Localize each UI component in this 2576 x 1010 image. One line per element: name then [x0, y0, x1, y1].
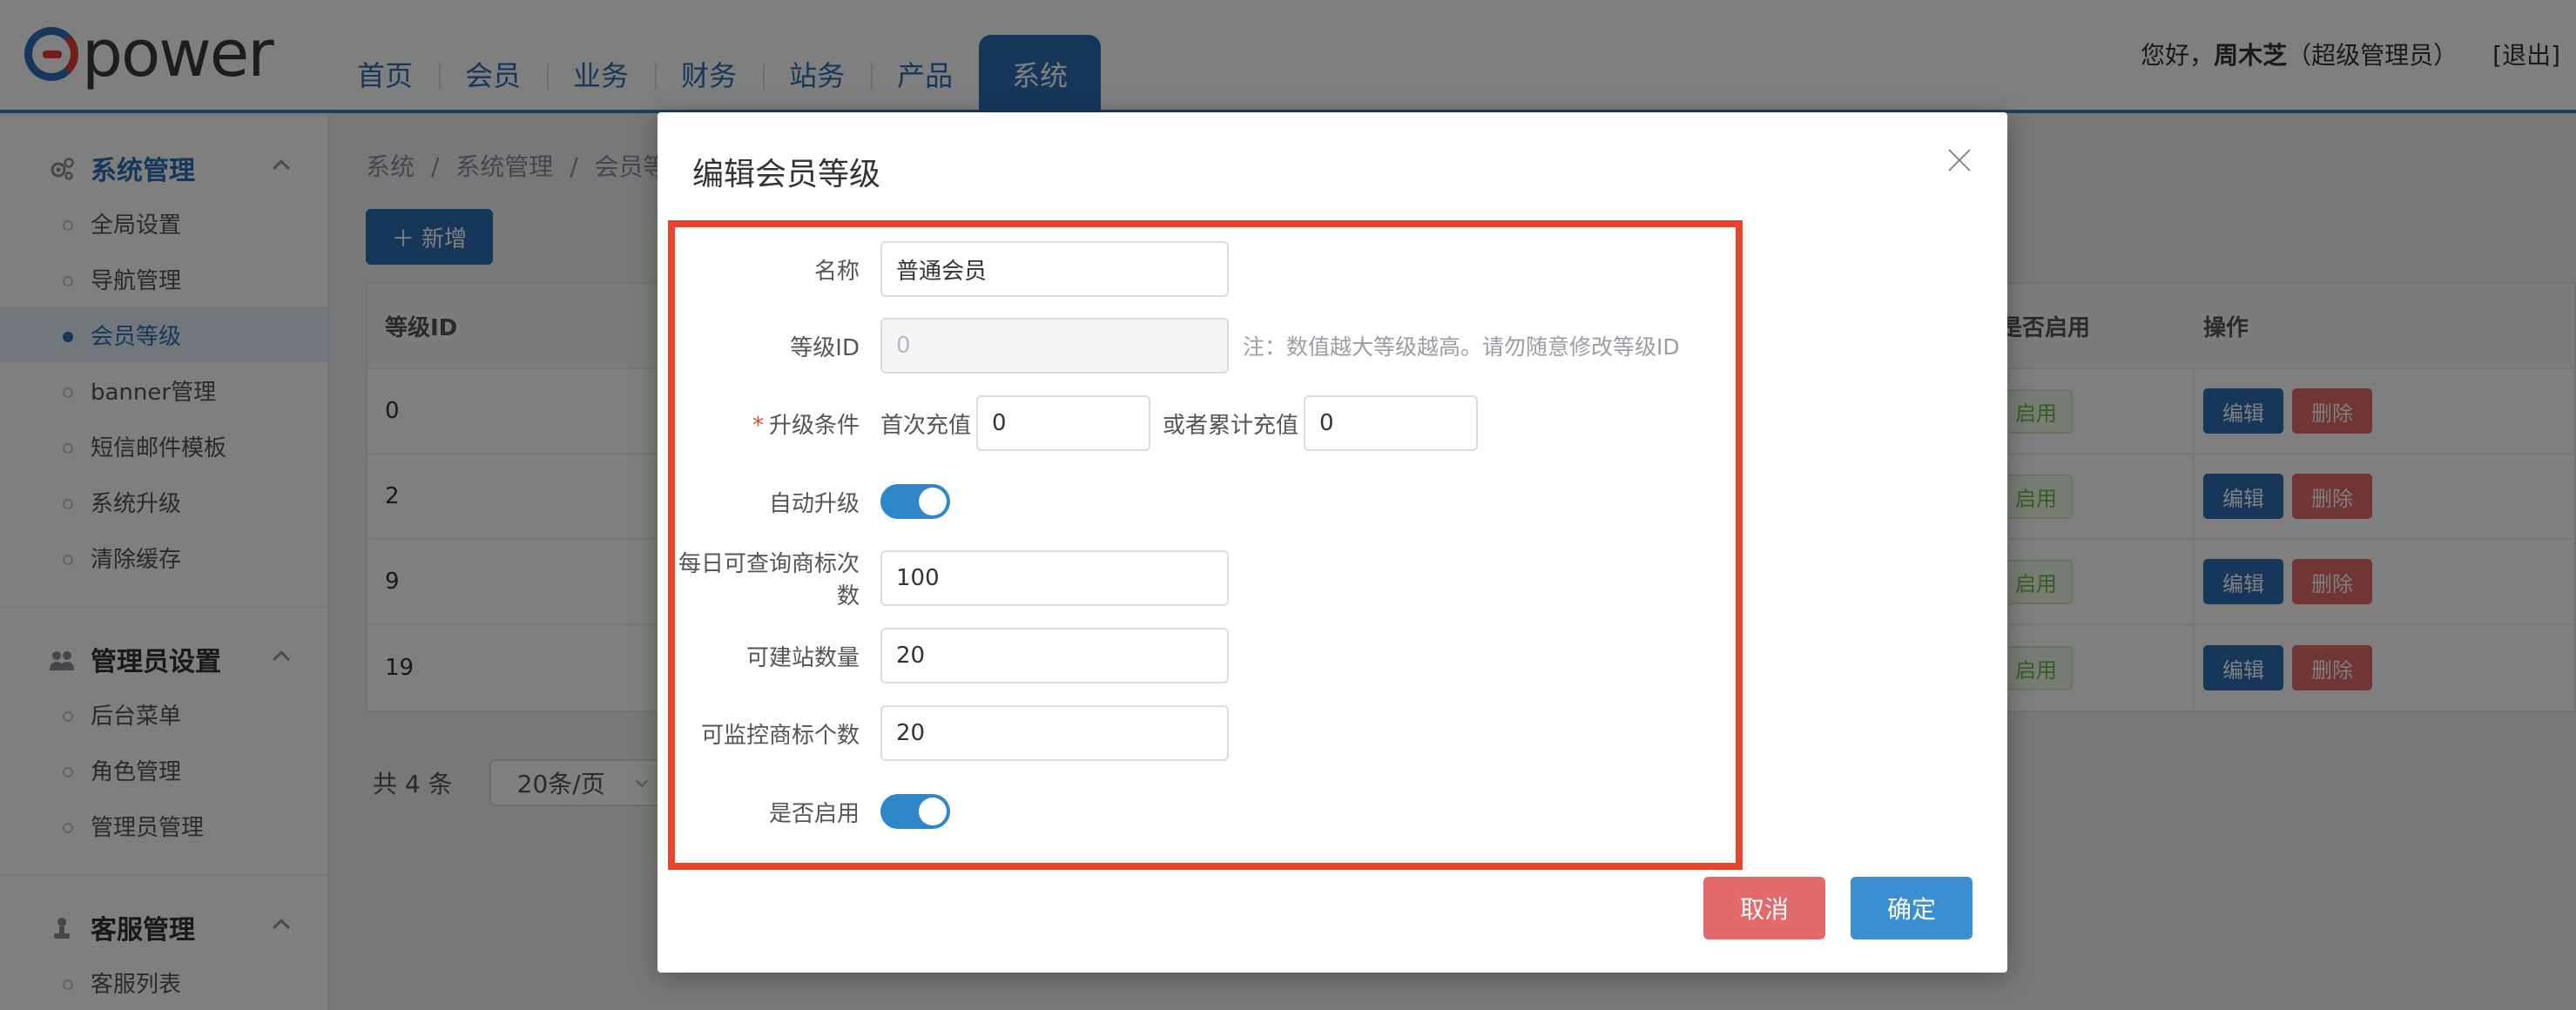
field-row-name: 名称 [657, 241, 1229, 297]
first-recharge-input[interactable] [976, 395, 1151, 451]
level-id-hint: 注：数值越大等级越高。请勿随意修改等级ID [1243, 334, 1680, 360]
dialog-title: 编辑会员等级 [692, 157, 881, 192]
close-icon[interactable] [1946, 147, 1972, 173]
total-recharge-input[interactable] [1304, 395, 1479, 451]
confirm-button[interactable]: 确定 [1851, 877, 1972, 939]
field-row-enabled: 是否启用 [657, 784, 950, 839]
enabled-toggle[interactable] [880, 794, 950, 829]
field-label: 自动升级 [768, 490, 860, 517]
field-label: 可监控商标个数 [700, 722, 860, 749]
field-row-auto-upgrade: 自动升级 [657, 474, 950, 529]
first-recharge-label: 首次充值 [880, 412, 972, 439]
field-row-upgrade: *升级条件 首次充值 或者累计充值 [657, 395, 1479, 451]
field-label: 名称 [813, 258, 860, 285]
field-label: 可建站数量 [745, 644, 860, 671]
field-row-monitor: 可监控商标个数 [657, 705, 1229, 761]
field-label: 等级ID [790, 334, 860, 361]
edit-level-dialog: 编辑会员等级 名称 等级ID 注：数值越大等级越高。请勿随意修改等级ID *升级… [657, 112, 2007, 973]
daily-query-input[interactable] [880, 550, 1229, 606]
field-label: * 升级条件 [752, 412, 860, 439]
sites-count-input[interactable] [880, 628, 1229, 683]
total-recharge-label: 或者累计充值 [1163, 412, 1299, 439]
name-input[interactable] [880, 241, 1229, 297]
field-label: 每日可查询商标次数 [678, 551, 860, 609]
field-row-daily-query: 每日可查询商标次数 [657, 550, 1229, 609]
required-marker: * [752, 412, 764, 439]
field-label: 是否启用 [768, 800, 860, 827]
field-row-sites: 可建站数量 [657, 628, 1229, 683]
field-row-level-id: 等级ID 注：数值越大等级越高。请勿随意修改等级ID [657, 318, 1680, 374]
monitor-count-input[interactable] [880, 705, 1229, 761]
level-id-input [880, 318, 1229, 374]
cancel-button[interactable]: 取消 [1703, 877, 1825, 939]
auto-upgrade-toggle[interactable] [880, 484, 950, 519]
